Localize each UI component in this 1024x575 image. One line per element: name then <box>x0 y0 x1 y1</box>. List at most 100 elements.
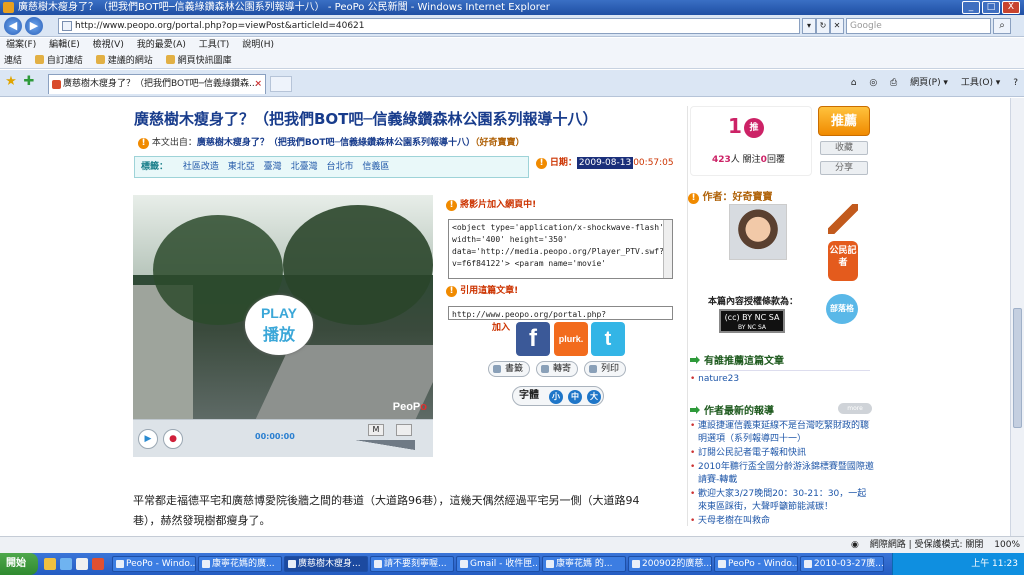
tag-link[interactable]: 臺灣 <box>264 162 282 172</box>
taskbar-item[interactable]: 2010-03-27廣... <box>800 556 884 572</box>
tag-link[interactable]: 信義區 <box>362 162 389 172</box>
menu-view[interactable]: 檢視(V) <box>93 40 124 50</box>
tab-article[interactable]: 廣慈樹木瘦身了？（把我們BOT吧─信義綠鑽森... × <box>48 74 266 94</box>
quicklaunch-icon[interactable] <box>76 558 88 570</box>
links-label: 連結 <box>4 56 23 66</box>
favorites-star-icon[interactable]: ★ <box>4 75 18 89</box>
taskbar-item[interactable]: PeoPo - Windo... <box>112 556 196 572</box>
mute-button[interactable]: M <box>368 424 384 436</box>
article-date: ! 日期： 2009-08-13 00:57:05 <box>536 156 674 170</box>
citizen-reporter-badge[interactable]: 公民記者 <box>828 241 858 281</box>
video-player[interactable]: PLAY 播放 PeoPo <box>133 195 433 419</box>
command-bar: ⌂ ◎ ⎙ 網頁(P) ▾ 工具(O) ▾ ? <box>841 75 1018 91</box>
feeds-icon[interactable]: ◎ <box>869 78 877 88</box>
taskbar: 開始 PeoPo - Windo... 康寧花媽的廣... 廣慈樹木瘦身... … <box>0 553 1024 575</box>
font-small-button[interactable]: 小 <box>549 390 563 404</box>
help-icon[interactable]: ? <box>1013 78 1018 88</box>
tag-link[interactable]: 台北市 <box>326 162 353 172</box>
stop-button[interactable]: ✕ <box>830 18 844 34</box>
print-button[interactable]: 列印 <box>584 361 627 377</box>
more-button[interactable]: more <box>838 403 872 414</box>
home-icon[interactable]: ⌂ <box>851 78 857 88</box>
list-item[interactable]: 2010年聽行盃全國分齡游泳錦標賽暨國際邀請賽-轉載 <box>690 461 874 487</box>
search-input[interactable]: Google <box>846 18 991 34</box>
play-en-label: PLAY <box>260 305 298 321</box>
close-button[interactable]: X <box>1002 1 1020 14</box>
fullscreen-button[interactable] <box>396 424 412 436</box>
blog-badge[interactable]: 部落格 <box>826 294 858 324</box>
vertical-scrollbar[interactable] <box>1010 98 1024 536</box>
add-favorite-icon[interactable]: ✚ <box>22 75 36 89</box>
menu-edit[interactable]: 編輯(E) <box>49 40 80 50</box>
tags-label: 標籤： <box>141 162 169 172</box>
link-suggested-sites[interactable]: 建議的網站 <box>96 56 153 66</box>
link-web-slice-gallery[interactable]: 網頁快訊圖庫 <box>166 56 232 66</box>
source-link[interactable]: 廣慈樹木瘦身了？（把我們BOT吧─信義綠鑽森林公園系列報導十八） <box>197 138 475 148</box>
recommend-count: 1 <box>728 114 742 138</box>
recommend-button[interactable]: 推薦 <box>818 106 870 136</box>
list-item[interactable]: 訂閱公民記者電子報和快訊 <box>690 447 874 460</box>
recommend-stats: 423人 關注0回覆 <box>712 155 785 165</box>
refresh-button[interactable]: ↻ <box>816 18 830 34</box>
embed-scrollbar[interactable] <box>663 220 672 278</box>
search-icon[interactable]: ⌕ <box>993 18 1011 34</box>
embed-heading: ! 將影片加入網頁中! <box>446 197 536 211</box>
forward-button[interactable]: ▶ <box>25 17 43 35</box>
print-icon[interactable]: ⎙ <box>890 78 897 88</box>
font-medium-button[interactable]: 中 <box>568 390 582 404</box>
list-item[interactable]: 連設捷運信義東延線不是台灣吃緊財政的聰明選項（系列報導四十一） <box>690 420 874 446</box>
menu-file[interactable]: 檔案(F) <box>6 40 36 50</box>
menu-help[interactable]: 說明(H) <box>242 40 274 50</box>
menu-tools[interactable]: 工具(T) <box>199 40 230 50</box>
list-item[interactable]: 天母老樹在叫救命 <box>690 515 874 528</box>
link-custom[interactable]: 自訂連結 <box>35 56 83 66</box>
taskbar-item[interactable]: 康寧花媽 的... <box>542 556 626 572</box>
plurk-icon[interactable]: plurk. <box>554 322 588 356</box>
creative-commons-badge[interactable]: (cc) BY NC SA BY NC SA <box>719 309 785 333</box>
taskbar-item[interactable]: 200902的廣慈... <box>628 556 712 572</box>
tag-link[interactable]: 東北亞 <box>228 162 255 172</box>
twitter-icon[interactable]: t <box>591 322 625 356</box>
tools-menu[interactable]: 工具(O) ▾ <box>961 78 1001 88</box>
address-input[interactable]: http://www.peopo.org/portal.php?op=viewP… <box>58 18 800 34</box>
menu-favorites[interactable]: 我的最愛(A) <box>137 40 186 50</box>
share-button[interactable]: 分享 <box>820 161 868 175</box>
play-overlay-button[interactable]: PLAY 播放 <box>245 295 313 355</box>
taskbar-item-active[interactable]: 廣慈樹木瘦身... <box>284 556 368 572</box>
address-dropdown-button[interactable]: ▾ <box>802 18 816 34</box>
forward-button[interactable]: 轉寄 <box>536 361 579 377</box>
new-tab-button[interactable] <box>270 76 292 92</box>
back-button[interactable]: ◀ <box>4 17 22 35</box>
taskbar-item[interactable]: 請不要刻寧喔... <box>370 556 454 572</box>
embed-code-textarea[interactable]: <object type='application/x-shockwave-fl… <box>448 219 673 279</box>
taskbar-item[interactable]: Gmail - 收件匣... <box>456 556 540 572</box>
quicklaunch-icon[interactable] <box>44 558 56 570</box>
tag-link[interactable]: 社區改造 <box>183 162 219 172</box>
quicklaunch-icon[interactable] <box>60 558 72 570</box>
play-button[interactable]: ▶ <box>138 429 158 449</box>
page-menu[interactable]: 網頁(P) ▾ <box>910 78 948 88</box>
volume-slider[interactable] <box>355 440 415 450</box>
minimize-button[interactable]: _ <box>962 1 980 14</box>
author-avatar[interactable] <box>729 204 787 260</box>
start-button[interactable]: 開始 <box>0 553 38 575</box>
stop-button[interactable]: ● <box>163 429 183 449</box>
zoom-level[interactable]: 100% <box>994 540 1020 550</box>
tags-box: 標籤： 社區改造 東北亞 臺灣 北臺灣 台北市 信義區 <box>134 156 529 178</box>
font-large-button[interactable]: 大 <box>587 390 601 404</box>
cite-url-input[interactable]: http://www.peopo.org/portal.php? <box>448 306 673 320</box>
maximize-button[interactable]: □ <box>982 1 1000 14</box>
taskbar-item[interactable]: 康寧花媽的廣... <box>198 556 282 572</box>
bookmark-button[interactable]: 書籤 <box>488 361 531 377</box>
taskbar-item[interactable]: PeoPo - Windo... <box>714 556 798 572</box>
source-author[interactable]: （好奇寶寶） <box>475 138 525 148</box>
scrollbar-thumb[interactable] <box>1013 308 1022 428</box>
quicklaunch-icon[interactable] <box>92 558 104 570</box>
recommender-link[interactable]: nature23 <box>690 374 739 384</box>
recommend-tag: 推 <box>744 118 764 138</box>
list-item[interactable]: 歡迎大家3/27晚間20：30-21：30，一起來東區踩街，大聲呼籲節能減碳！ <box>690 488 874 514</box>
tab-close-icon[interactable]: × <box>254 75 262 94</box>
facebook-icon[interactable]: f <box>516 322 550 356</box>
tag-link[interactable]: 北臺灣 <box>291 162 318 172</box>
favorite-button[interactable]: 收藏 <box>820 141 868 155</box>
